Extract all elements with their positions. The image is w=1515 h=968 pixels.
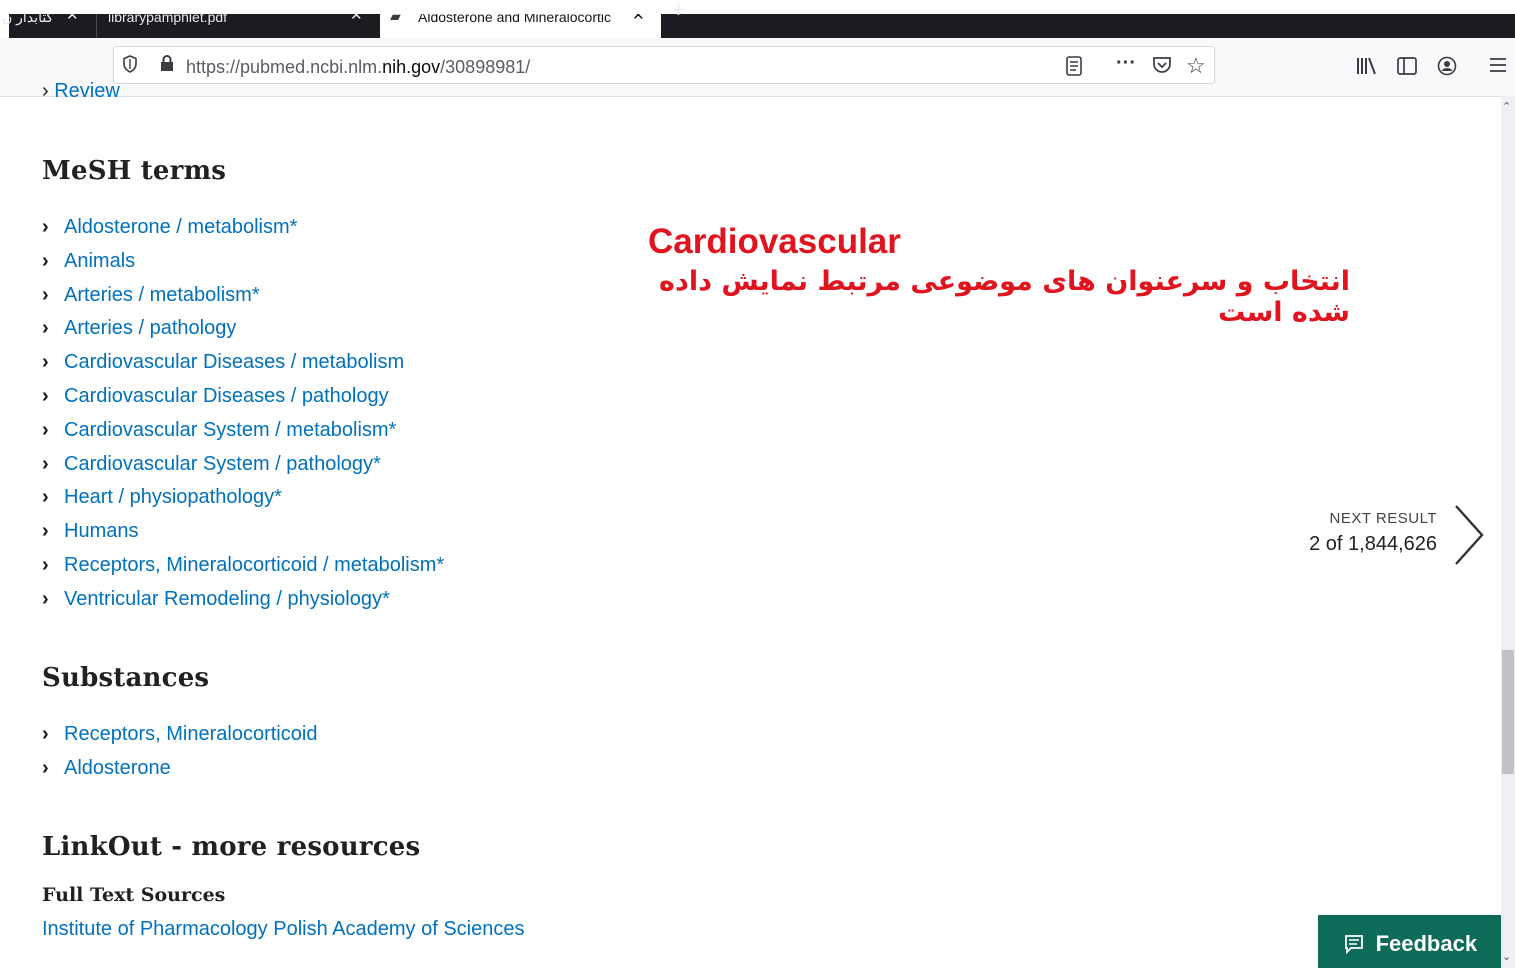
mesh-term-label[interactable]: Humans xyxy=(64,520,138,542)
feedback-button[interactable]: Feedback xyxy=(1318,915,1502,968)
mesh-term-label[interactable]: Ventricular Remodeling / physiology* xyxy=(64,588,390,610)
mesh-term-item[interactable]: › Animals xyxy=(42,245,444,279)
mesh-term-label[interactable]: Cardiovascular Diseases / metabolism xyxy=(64,351,404,373)
next-result-label: NEXT RESULT xyxy=(1329,510,1437,527)
chevron-right-icon: › xyxy=(42,317,49,340)
tab-bar: کتابدار ن ✕ librarypamphlet.pdf ✕ ▰ Aldo… xyxy=(0,0,1515,38)
scrollbar-thumb[interactable] xyxy=(1502,650,1514,774)
mesh-terms-heading: MeSH terms xyxy=(42,156,227,186)
close-icon[interactable]: ✕ xyxy=(350,14,363,23)
tab-title: Aldosterone and Mineralocortic xyxy=(418,14,611,22)
mesh-term-item[interactable]: › Cardiovascular System / pathology* xyxy=(42,448,444,482)
library-icon[interactable] xyxy=(1356,56,1378,82)
chevron-right-icon: › xyxy=(42,351,49,374)
tab-title: کتابدار ن xyxy=(2,14,54,25)
chevron-right-icon: › xyxy=(42,249,49,272)
chevron-right-icon: › xyxy=(42,452,49,475)
url-host: nih.gov xyxy=(382,57,441,77)
mesh-term-label[interactable]: Cardiovascular Diseases / pathology xyxy=(64,385,389,407)
annotation-english: Cardiovascular xyxy=(648,222,901,261)
new-tab-button[interactable]: + xyxy=(672,0,685,21)
feedback-label: Feedback xyxy=(1375,931,1478,956)
close-icon[interactable]: ✕ xyxy=(66,14,79,23)
url-bar[interactable]: https://pubmed.ncbi.nlm.nih.gov/30898981… xyxy=(113,46,1215,84)
chevron-right-icon: › xyxy=(42,756,49,779)
linkout-heading: LinkOut - more resources xyxy=(42,832,421,862)
substances-list: › Receptors, Mineralocorticoid › Aldostero… xyxy=(42,718,317,786)
mesh-term-label[interactable]: Aldosterone / metabolism* xyxy=(64,216,297,238)
mesh-term-label[interactable]: Cardiovascular System / pathology* xyxy=(64,453,381,475)
chevron-right-icon: › xyxy=(42,587,49,610)
mesh-term-item[interactable]: › Cardiovascular Diseases / metabolism xyxy=(42,346,444,380)
reader-view-icon[interactable] xyxy=(1066,56,1082,81)
tab-title: librarypamphlet.pdf xyxy=(108,14,228,25)
mesh-term-label[interactable]: Arteries / metabolism* xyxy=(64,284,260,306)
mesh-term-item[interactable]: › Cardiovascular System / metabolism* xyxy=(42,414,444,448)
chevron-right-icon: › xyxy=(42,553,49,576)
full-text-sources-label: Full Text Sources xyxy=(42,884,226,906)
url-prefix: https://pubmed.ncbi.nlm. xyxy=(186,57,383,77)
substance-label[interactable]: Receptors, Mineralocorticoid xyxy=(64,723,317,745)
chevron-right-icon: › xyxy=(42,216,49,238)
chevron-right-icon: › xyxy=(42,486,49,509)
chevron-right-icon[interactable] xyxy=(1448,500,1488,570)
mesh-term-label[interactable]: Arteries / pathology xyxy=(64,317,236,339)
mesh-term-item[interactable]: › Aldosterone / metabolism* xyxy=(42,211,444,245)
partial-list-item[interactable]: › Review xyxy=(42,80,120,102)
chevron-right-icon: › xyxy=(42,80,49,102)
next-result[interactable]: NEXT RESULT 2 of 1,844,626 xyxy=(1309,510,1437,556)
tab-librarypamphlet[interactable]: librarypamphlet.pdf ✕ xyxy=(98,14,380,38)
tab-aldosterone[interactable]: ▰ Aldosterone and Mineralocortic ✕ xyxy=(380,14,661,38)
chevron-right-icon: › xyxy=(42,723,49,745)
scroll-down-icon[interactable]: ⌄ xyxy=(1502,950,1511,963)
pocket-icon[interactable] xyxy=(1152,56,1172,79)
mesh-term-item[interactable]: › Arteries / pathology xyxy=(42,312,444,346)
tab-separator xyxy=(96,14,97,38)
mesh-term-item[interactable]: › Ventricular Remodeling / physiology* xyxy=(42,583,444,617)
mesh-term-item[interactable]: › Arteries / metabolism* xyxy=(42,279,444,313)
vertical-scrollbar[interactable] xyxy=(1501,96,1515,968)
chevron-right-icon: › xyxy=(42,520,49,543)
mesh-term-label[interactable]: Heart / physiopathology* xyxy=(64,486,282,508)
url-path: /30898981/ xyxy=(440,57,531,77)
scroll-up-icon[interactable]: ⌃ xyxy=(1502,100,1511,113)
pubmed-favicon-icon: ▰ xyxy=(390,14,401,24)
substance-item[interactable]: › Receptors, Mineralocorticoid xyxy=(42,718,317,752)
chevron-right-icon: › xyxy=(42,384,49,407)
lock-icon[interactable] xyxy=(160,55,174,77)
comment-icon xyxy=(1344,934,1370,956)
mesh-term-item[interactable]: › Humans xyxy=(42,515,444,549)
url-text[interactable]: https://pubmed.ncbi.nlm.nih.gov/30898981… xyxy=(186,57,530,78)
tab-kitabdar[interactable]: کتابدار ن ✕ xyxy=(0,14,96,38)
close-icon[interactable]: ✕ xyxy=(632,14,645,23)
more-actions-icon[interactable]: ··· xyxy=(1116,52,1136,75)
mesh-term-item[interactable]: › Receptors, Mineralocorticoid / metaboli… xyxy=(42,549,444,583)
chevron-right-icon: › xyxy=(42,418,49,441)
account-icon[interactable] xyxy=(1437,56,1457,82)
substance-item[interactable]: › Aldosterone xyxy=(42,752,317,786)
menu-icon[interactable] xyxy=(1489,56,1507,80)
mesh-term-label[interactable]: Animals xyxy=(64,250,135,272)
mesh-term-label[interactable]: Cardiovascular System / metabolism* xyxy=(64,419,396,441)
full-text-source-link[interactable]: Institute of Pharmacology Polish Academy… xyxy=(42,918,524,941)
mesh-terms-list: › Aldosterone / metabolism* › Animals › Art… xyxy=(42,211,444,617)
shield-icon[interactable] xyxy=(122,55,138,78)
navigation-bar: https://pubmed.ncbi.nlm.nih.gov/30898981… xyxy=(0,38,1515,97)
mesh-term-item[interactable]: › Cardiovascular Diseases / pathology xyxy=(42,380,444,414)
mesh-term-item[interactable]: › Heart / physiopathology* xyxy=(42,481,444,515)
mesh-term-label[interactable]: Receptors, Mineralocorticoid / metabolis… xyxy=(64,554,444,576)
substances-heading: Substances xyxy=(42,663,210,693)
bookmark-star-icon[interactable]: ☆ xyxy=(1186,53,1206,79)
sidebar-icon[interactable] xyxy=(1397,56,1417,82)
next-result-count: 2 of 1,844,626 xyxy=(1309,533,1437,555)
chevron-right-icon: › xyxy=(42,283,49,306)
annotation-persian: انتخاب و سرعنوان های موضوعی مرتبط نمایش … xyxy=(659,266,1350,328)
substance-label[interactable]: Aldosterone xyxy=(64,757,171,779)
partial-item-label: Review xyxy=(54,80,120,102)
